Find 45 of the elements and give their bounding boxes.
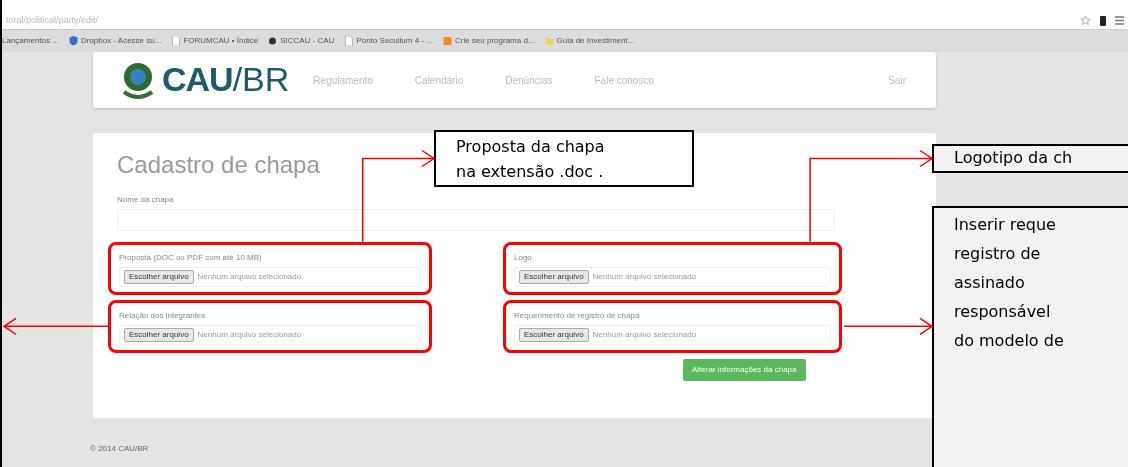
choose-file-button[interactable]: Escolher arquivo — [124, 328, 194, 342]
bookmark-link[interactable]: Ponto Secullum 4 - ... — [356, 35, 433, 47]
file-field[interactable]: Escolher arquivo Nenhum arquivo selecionado — [119, 266, 421, 287]
callout-text: do modelo de — [954, 330, 1065, 352]
menu-icon[interactable] — [1115, 16, 1124, 25]
bookmark-link[interactable]: Lançamentos ... — [2, 35, 59, 47]
page-icon — [344, 36, 354, 46]
file-field[interactable]: Escolher arquivo Nenhum arquivo selecionado — [514, 266, 831, 287]
file-status: Nenhum arquivo selecionado — [592, 328, 697, 341]
callout-text: registro de — [954, 243, 1042, 265]
extension-icon[interactable] — [1099, 14, 1107, 27]
form-title: Cadastro de chapa — [117, 151, 320, 180]
callout-text: na extensão .doc . — [456, 161, 605, 183]
callout-text: Inserir reque — [954, 214, 1057, 236]
field-label: Logo — [514, 251, 533, 264]
callout-text: Proposta da chapa — [456, 136, 606, 158]
input-field[interactable] — [117, 208, 835, 231]
footer-text: © 2014 CAU/BR — [90, 443, 150, 455]
square-icon — [442, 36, 452, 46]
bookmark-link[interactable]: FORUMCAU • Índice — [183, 35, 259, 47]
bookmark-link[interactable]: Guia de Investiment... — [556, 35, 635, 47]
page-icon — [171, 36, 181, 46]
shield-icon — [68, 36, 78, 46]
dot-icon — [268, 36, 278, 46]
callout-text: responsável — [954, 301, 1052, 323]
field-label: Nome da chapa — [117, 193, 175, 206]
field-label: Relação dos integrantes — [119, 309, 207, 322]
file-status: Nenhum arquivo selecionado — [592, 270, 697, 283]
choose-file-button[interactable]: Escolher arquivo — [519, 270, 589, 284]
choose-file-button[interactable]: Escolher arquivo — [519, 328, 589, 342]
folder-icon — [544, 36, 554, 46]
bookmark-link[interactable]: SICCAU - CAU — [280, 35, 335, 47]
file-status: Nenhum arquivo selecionado — [197, 270, 302, 283]
bookmark-link[interactable]: Dropbox - Acesse su... — [80, 35, 162, 47]
file-field[interactable]: Escolher arquivo Nenhum arquivo selecionado — [514, 324, 831, 345]
choose-file-button[interactable]: Escolher arquivo — [124, 270, 194, 284]
field-label: Proposta (DOC ou PDF com até 10 MB) — [119, 251, 263, 264]
callout-text: Logotipo da ch — [954, 147, 1074, 169]
bookmark-link[interactable]: Crie seu programa d... — [454, 35, 535, 47]
file-status: Nenhum arquivo selecionado — [197, 328, 302, 341]
field-label: Requerimento de registro de chapa — [514, 309, 641, 322]
logo-text[interactable]: CAU/BR — [162, 62, 290, 98]
file-field[interactable]: Escolher arquivo Nenhum arquivo selecionado — [119, 324, 421, 345]
callout-text: assinado — [954, 272, 1026, 294]
star-icon[interactable] — [1080, 15, 1091, 26]
